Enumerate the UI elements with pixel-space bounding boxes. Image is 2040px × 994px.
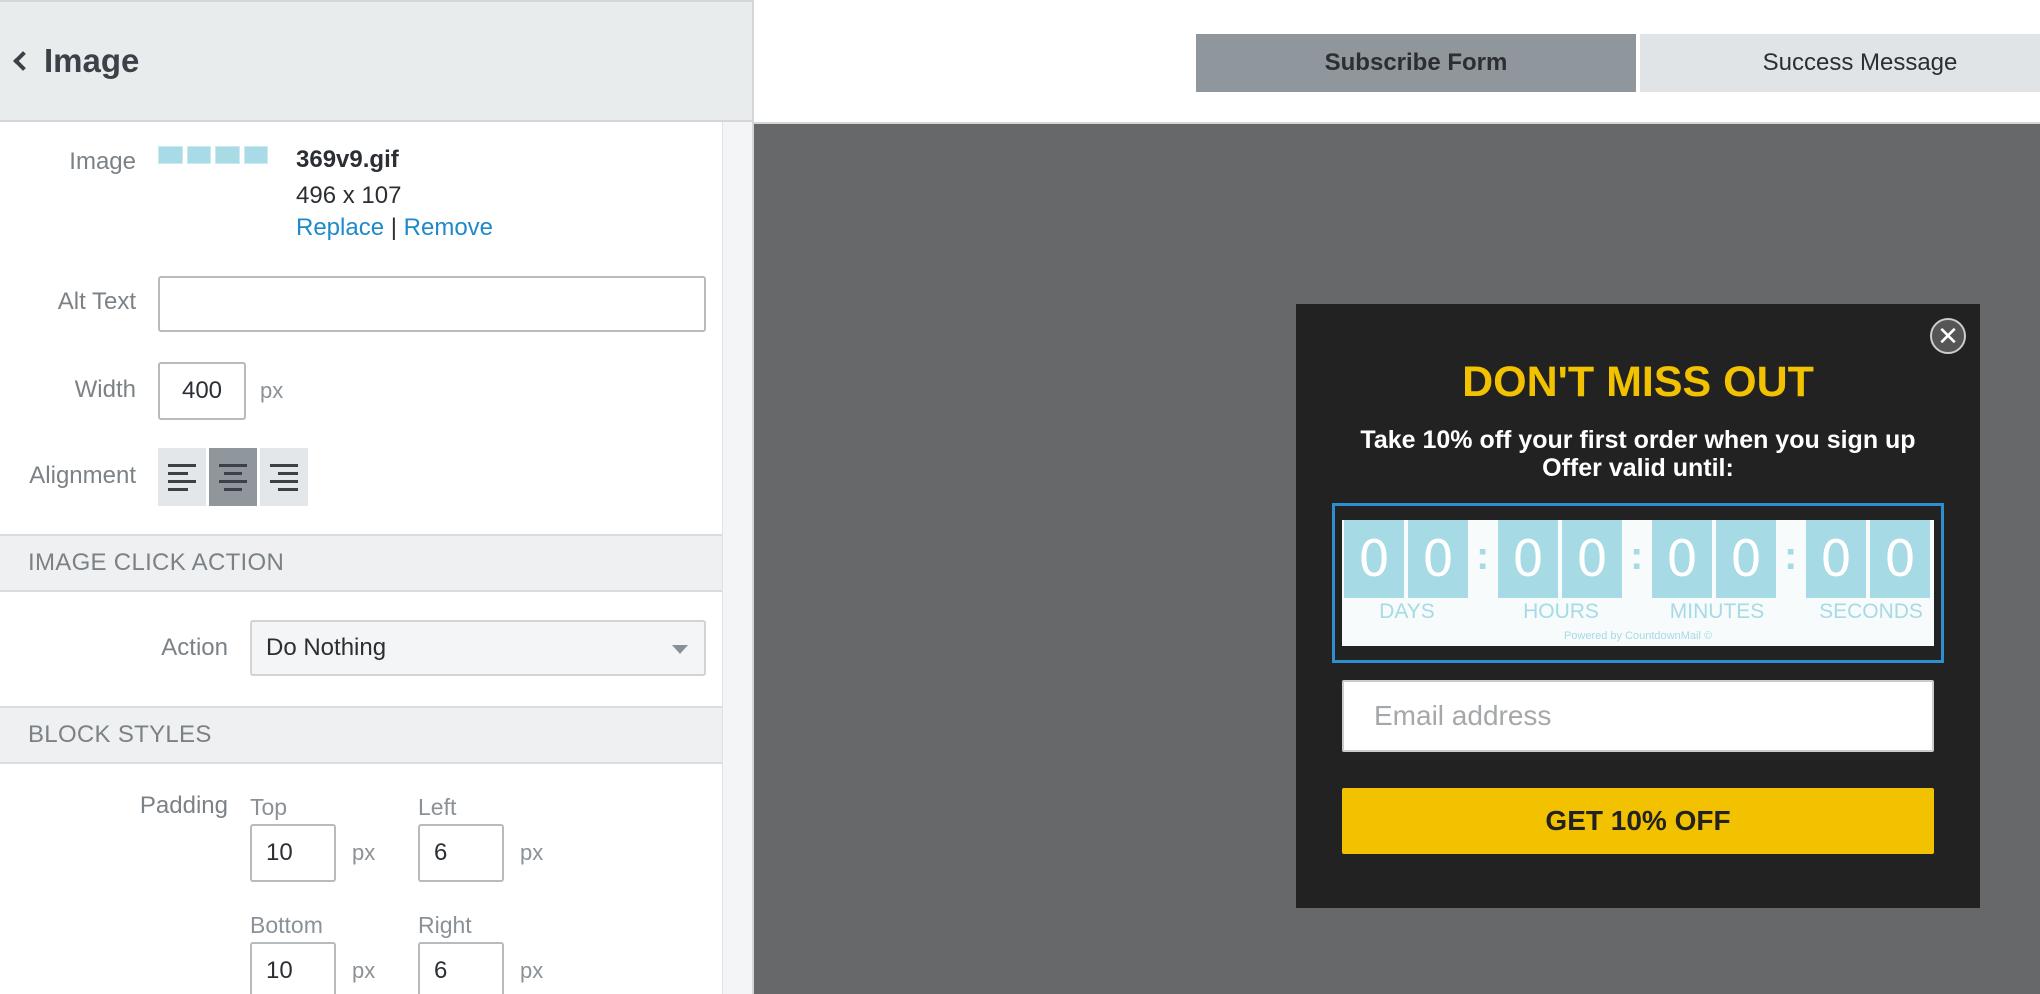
replace-link[interactable]: Replace	[296, 214, 384, 241]
image-dimensions: 496 x 107	[296, 182, 402, 209]
link-divider: |	[390, 214, 397, 241]
timer-powered-by: Powered by CountdownMail ©	[1563, 630, 1713, 642]
timer-digit: 0	[1652, 520, 1712, 598]
get-discount-button[interactable]: GET 10% OFF	[1342, 788, 1934, 854]
timer-seconds-label: SECONDS	[1819, 600, 1923, 623]
timer-hours-label: HOURS	[1523, 600, 1599, 623]
image-label: Image	[69, 148, 136, 175]
timer-digit: 0	[1408, 520, 1468, 598]
remove-link[interactable]: Remove	[404, 214, 493, 241]
width-input[interactable]: 400	[158, 362, 246, 420]
align-left-icon[interactable]	[158, 448, 206, 506]
chevron-left-icon[interactable]	[13, 51, 33, 71]
padding-top-input[interactable]: 10	[250, 824, 336, 882]
timer-minutes-label: MINUTES	[1669, 600, 1765, 623]
padding-left-input[interactable]: 6	[418, 824, 504, 882]
action-label: Action	[161, 634, 228, 661]
popup-subline-offer: Take 10% off your first order when you s…	[1360, 426, 1916, 454]
padding-bottom-unit: px	[352, 958, 376, 983]
image-click-action-section: IMAGE CLICK ACTION	[0, 534, 722, 592]
align-right-icon[interactable]	[260, 448, 308, 506]
padding-label: Padding	[139, 792, 228, 819]
alt-text-input[interactable]	[158, 276, 706, 332]
padding-right-label: Right	[418, 912, 472, 938]
align-center-icon[interactable]	[209, 448, 257, 506]
timer-colon: :	[1630, 534, 1644, 578]
timer-digit: 0	[1344, 520, 1404, 598]
width-label: Width	[74, 376, 136, 403]
timer-days-label: DAYS	[1379, 600, 1435, 623]
timer-digit: 0	[1498, 520, 1558, 598]
alt-text-label: Alt Text	[57, 288, 136, 315]
action-select-value: Do Nothing	[266, 634, 387, 661]
alignment-buttons	[158, 448, 308, 506]
image-file-name: 369v9.gif	[296, 146, 399, 173]
email-field[interactable]: Email address	[1342, 680, 1934, 752]
padding-top-unit: px	[352, 840, 376, 865]
padding-right-unit: px	[520, 958, 544, 983]
padding-top-label: Top	[250, 794, 288, 820]
padding-right-input[interactable]: 6	[418, 942, 504, 994]
image-settings-panel: Image Image 369v9.gif 496 x 107 Replace …	[0, 0, 754, 994]
tab-subscribe-form[interactable]: Subscribe Form	[1196, 34, 1636, 92]
padding-bottom-label: Bottom	[250, 912, 323, 938]
padding-left-unit: px	[520, 840, 544, 865]
popup-subline-valid: Offer valid until:	[1542, 454, 1734, 482]
timer-digit: 0	[1562, 520, 1622, 598]
countdown-timer-image: 0 0 : 0 0 : 0 0 : 0 0 DAYS HOURS MINUTES…	[1342, 520, 1934, 646]
image-actions: Replace | Remove	[296, 214, 493, 242]
panel-header: Image	[0, 0, 752, 122]
padding-left-label: Left	[418, 794, 457, 820]
timer-digit: 0	[1806, 520, 1866, 598]
width-unit: px	[260, 378, 284, 403]
timer-digit: 0	[1870, 520, 1930, 598]
image-thumbnail	[158, 146, 268, 172]
caret-down-icon	[672, 645, 688, 654]
timer-colon: :	[1784, 534, 1798, 578]
panel-scrollbar[interactable]	[722, 122, 752, 994]
popup-headline: DON'T MISS OUT	[1462, 358, 1814, 406]
action-select[interactable]: Do Nothing	[250, 620, 706, 676]
padding-bottom-input[interactable]: 10	[250, 942, 336, 994]
alignment-label: Alignment	[29, 462, 136, 489]
timer-digit: 0	[1716, 520, 1776, 598]
panel-title: Image	[44, 42, 140, 79]
tab-success-message[interactable]: Success Message	[1640, 34, 2040, 92]
block-styles-section: BLOCK STYLES	[0, 706, 722, 764]
editor-root: Image Image 369v9.gif 496 x 107 Replace …	[0, 0, 2040, 994]
timer-colon: :	[1476, 534, 1490, 578]
close-icon[interactable]: ✕	[1930, 318, 1966, 354]
